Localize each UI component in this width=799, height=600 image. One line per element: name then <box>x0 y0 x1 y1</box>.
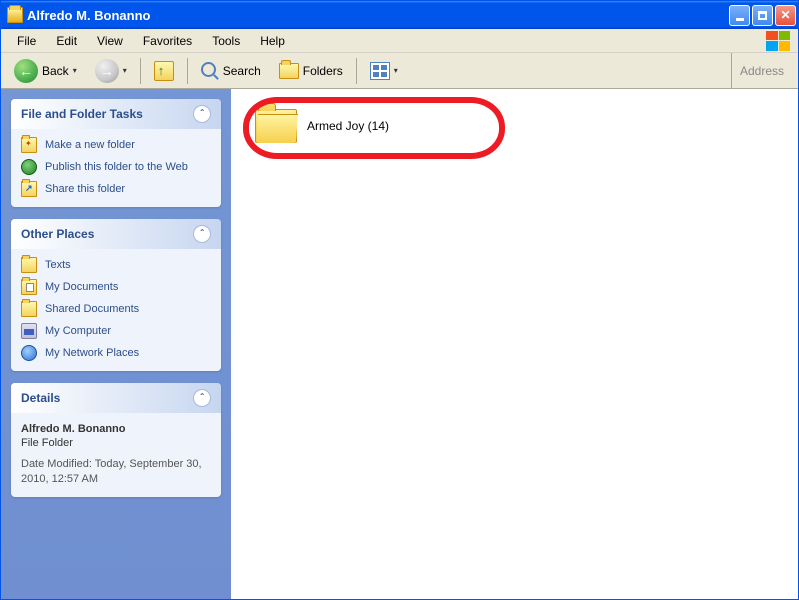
views-icon <box>370 62 390 80</box>
task-pane: File and Folder Tasks ˆ Make a new folde… <box>1 89 231 599</box>
place-label: My Documents <box>45 281 118 293</box>
menu-bar: File Edit View Favorites Tools Help <box>1 29 798 53</box>
separator <box>187 58 188 84</box>
dropdown-arrow-icon: ▾ <box>123 66 127 75</box>
views-button[interactable]: ▾ <box>363 56 405 86</box>
back-label: Back <box>42 64 69 78</box>
menu-favorites[interactable]: Favorites <box>135 32 200 50</box>
forward-arrow-icon: → <box>95 59 119 83</box>
new-folder-icon <box>21 137 37 153</box>
close-button[interactable]: ✕ <box>775 5 796 26</box>
back-button[interactable]: ← Back ▾ <box>7 56 84 86</box>
task-publish-web[interactable]: Publish this folder to the Web <box>21 159 211 175</box>
panel-body: Texts My Documents Shared Documents My C… <box>11 249 221 371</box>
content-area: File and Folder Tasks ˆ Make a new folde… <box>1 89 798 599</box>
back-arrow-icon: ← <box>14 59 38 83</box>
place-label: Shared Documents <box>45 303 139 315</box>
file-list-area[interactable]: Armed Joy (14) <box>231 89 798 599</box>
details-modified: Date Modified: Today, September 30, 2010… <box>21 457 211 487</box>
panel-body: Alfredo M. Bonanno File Folder Date Modi… <box>11 413 221 497</box>
folders-label: Folders <box>303 64 343 78</box>
minimize-button[interactable] <box>729 5 750 26</box>
menu-view[interactable]: View <box>89 32 131 50</box>
up-folder-icon <box>154 61 174 81</box>
maximize-button[interactable] <box>752 5 773 26</box>
title-bar[interactable]: Alfredo M. Bonanno ✕ <box>1 1 798 29</box>
panel-header[interactable]: File and Folder Tasks ˆ <box>11 99 221 129</box>
collapse-icon: ˆ <box>193 389 211 407</box>
folder-icon <box>7 7 23 23</box>
folders-button[interactable]: Folders <box>272 56 350 86</box>
menu-file[interactable]: File <box>9 32 44 50</box>
menu-edit[interactable]: Edit <box>48 32 85 50</box>
search-label: Search <box>223 64 261 78</box>
details-type: File Folder <box>21 437 211 449</box>
place-shared-documents[interactable]: Shared Documents <box>21 301 211 317</box>
share-icon <box>21 181 37 197</box>
place-my-computer[interactable]: My Computer <box>21 323 211 339</box>
documents-icon <box>21 279 37 295</box>
other-places-panel: Other Places ˆ Texts My Documents Shared… <box>11 219 221 371</box>
collapse-icon: ˆ <box>193 225 211 243</box>
toolbar: ← Back ▾ → ▾ Search Folders ▾ Address <box>1 53 798 89</box>
folders-icon <box>279 63 299 79</box>
details-panel: Details ˆ Alfredo M. Bonanno File Folder… <box>11 383 221 497</box>
task-label: Make a new folder <box>45 139 135 151</box>
panel-header[interactable]: Other Places ˆ <box>11 219 221 249</box>
globe-icon <box>21 159 37 175</box>
search-icon <box>201 62 219 80</box>
window-title: Alfredo M. Bonanno <box>27 8 729 23</box>
collapse-icon: ˆ <box>193 105 211 123</box>
dropdown-arrow-icon: ▾ <box>73 66 77 75</box>
separator <box>356 58 357 84</box>
windows-logo-icon[interactable] <box>766 31 790 51</box>
folder-label: Armed Joy (14) <box>307 119 389 133</box>
address-label: Address <box>731 53 792 88</box>
panel-title: Other Places <box>21 227 94 241</box>
place-label: My Computer <box>45 325 111 337</box>
window-controls: ✕ <box>729 5 796 26</box>
folder-icon <box>21 301 37 317</box>
panel-title: Details <box>21 391 60 405</box>
panel-header[interactable]: Details ˆ <box>11 383 221 413</box>
place-texts[interactable]: Texts <box>21 257 211 273</box>
place-label: Texts <box>45 259 71 271</box>
separator <box>140 58 141 84</box>
place-label: My Network Places <box>45 347 139 359</box>
menu-help[interactable]: Help <box>252 32 293 50</box>
search-button[interactable]: Search <box>194 56 268 86</box>
details-name: Alfredo M. Bonanno <box>21 423 211 435</box>
folder-icon <box>21 257 37 273</box>
panel-title: File and Folder Tasks <box>21 107 143 121</box>
forward-button[interactable]: → ▾ <box>88 56 134 86</box>
task-label: Publish this folder to the Web <box>45 161 188 173</box>
explorer-window: Alfredo M. Bonanno ✕ File Edit View Favo… <box>0 0 799 600</box>
panel-body: Make a new folder Publish this folder to… <box>11 129 221 207</box>
folder-item-armed-joy[interactable]: Armed Joy (14) <box>251 105 451 147</box>
place-my-documents[interactable]: My Documents <box>21 279 211 295</box>
task-share-folder[interactable]: Share this folder <box>21 181 211 197</box>
place-network-places[interactable]: My Network Places <box>21 345 211 361</box>
menu-tools[interactable]: Tools <box>204 32 248 50</box>
task-label: Share this folder <box>45 183 125 195</box>
folder-icon <box>255 109 297 143</box>
file-folder-tasks-panel: File and Folder Tasks ˆ Make a new folde… <box>11 99 221 207</box>
network-icon <box>21 345 37 361</box>
task-make-new-folder[interactable]: Make a new folder <box>21 137 211 153</box>
computer-icon <box>21 323 37 339</box>
up-button[interactable] <box>147 56 181 86</box>
dropdown-arrow-icon: ▾ <box>394 66 398 75</box>
